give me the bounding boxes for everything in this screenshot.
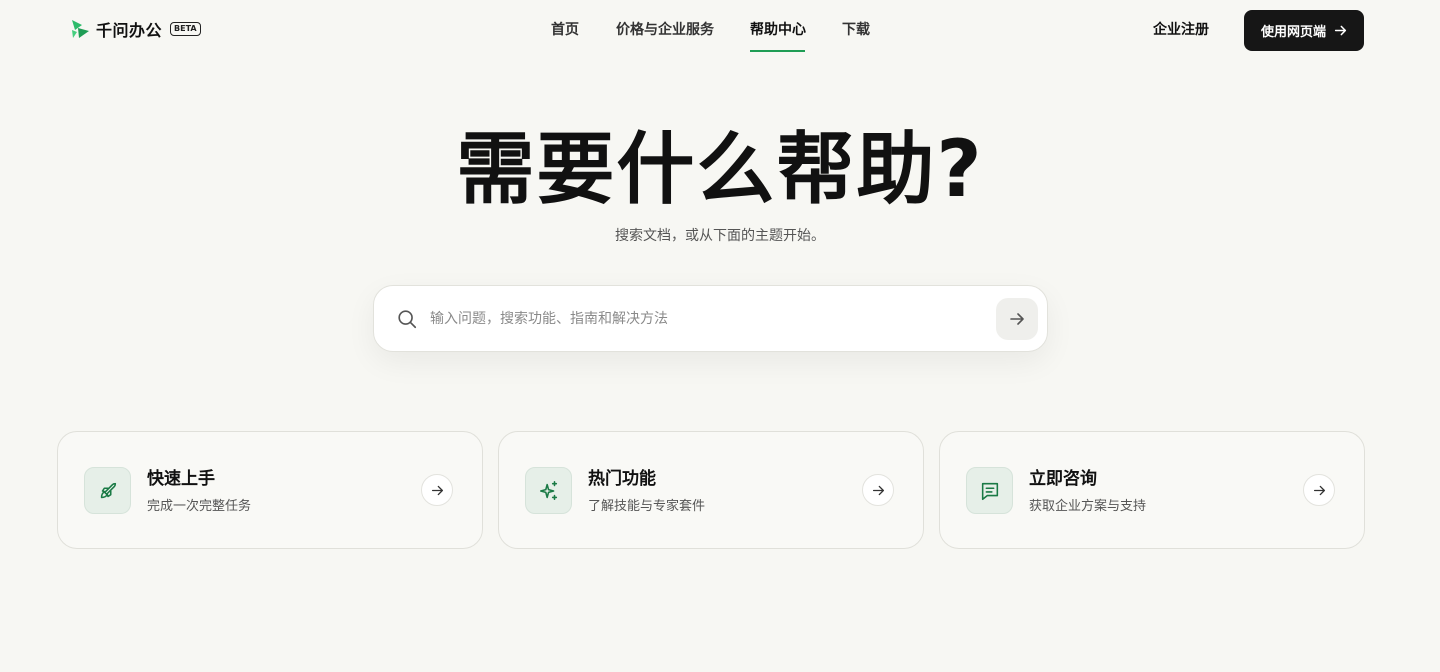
nav-home[interactable]: 首页 <box>551 20 579 40</box>
nav-pricing[interactable]: 价格与企业服务 <box>616 20 714 40</box>
card-title: 热门功能 <box>588 469 656 489</box>
card-description: 完成一次完整任务 <box>147 499 252 514</box>
enterprise-register-link[interactable]: 企业注册 <box>1153 20 1209 40</box>
card-title: 立即咨询 <box>1029 469 1097 489</box>
arrow-right-icon <box>1334 25 1347 36</box>
nav-download[interactable]: 下载 <box>842 20 870 40</box>
search-submit-button[interactable] <box>996 298 1038 340</box>
logo-mark-icon <box>72 20 89 38</box>
beta-badge: BETA <box>170 22 201 36</box>
arrow-right-icon <box>431 485 443 495</box>
card-description: 获取企业方案与支持 <box>1029 499 1147 514</box>
logo[interactable]: 千问办公 BETA <box>70 17 201 41</box>
card-icon-container <box>84 467 131 514</box>
rocket-icon <box>100 482 116 498</box>
search-bar <box>373 285 1048 352</box>
arrow-right-icon <box>872 485 884 495</box>
card-arrow-button[interactable] <box>421 474 453 506</box>
sparkles-icon <box>539 480 557 500</box>
search-icon <box>398 310 417 329</box>
use-web-button-label: 使用网页端 <box>1260 25 1326 40</box>
search-input[interactable] <box>430 306 990 332</box>
message-icon <box>981 482 998 500</box>
card-popular-features[interactable]: 热门功能 了解技能与专家套件 <box>498 431 924 549</box>
arrow-right-icon <box>1313 485 1325 495</box>
nav-help-center[interactable]: 帮助中心 <box>750 20 806 40</box>
page-subtitle: 搜索文档，或从下面的主题开始。 <box>615 228 825 244</box>
card-icon-container <box>966 467 1013 514</box>
main-nav: 首页 价格与企业服务 帮助中心 下载 <box>0 0 1440 60</box>
nav-active-indicator <box>750 50 805 52</box>
use-web-button[interactable]: 使用网页端 <box>1244 10 1364 51</box>
card-quick-start[interactable]: 快速上手 完成一次完整任务 <box>57 431 483 549</box>
card-description: 了解技能与专家套件 <box>588 499 706 514</box>
card-icon-container <box>525 467 572 514</box>
page-title: 需要什么帮助? <box>456 125 984 215</box>
arrow-right-icon <box>1010 313 1024 325</box>
card-arrow-button[interactable] <box>862 474 894 506</box>
card-title: 快速上手 <box>147 469 215 489</box>
site-header: 千问办公 BETA 首页 价格与企业服务 帮助中心 下载 企业注册 使用网页端 <box>0 0 1440 60</box>
card-arrow-button[interactable] <box>1303 474 1335 506</box>
logo-text: 千问办公 <box>96 21 163 40</box>
card-consult[interactable]: 立即咨询 获取企业方案与支持 <box>939 431 1365 549</box>
